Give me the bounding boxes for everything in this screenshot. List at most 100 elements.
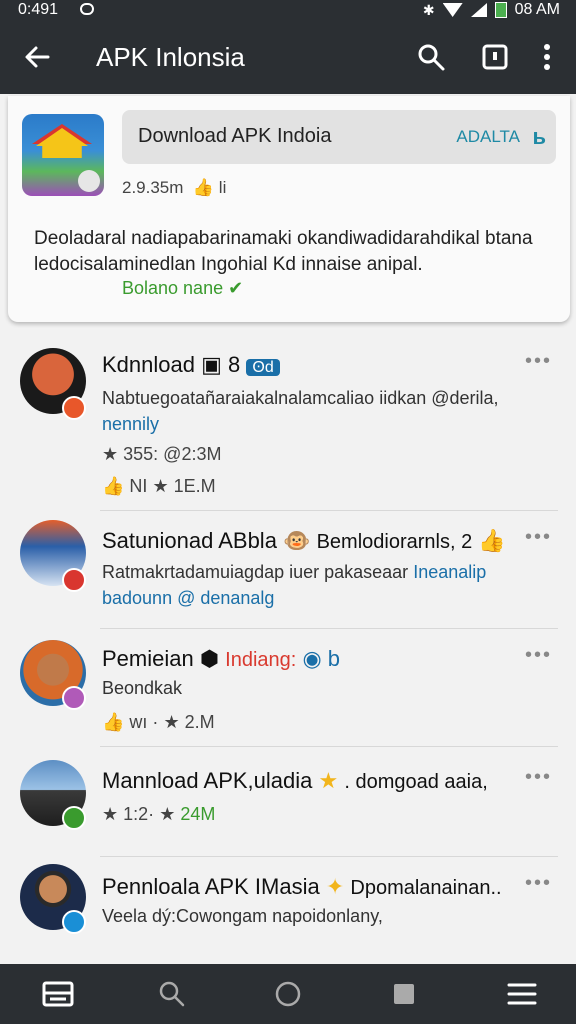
notification-icon <box>80 3 94 15</box>
app-description: Deoladaral nadiapabarinamaki okandiwadid… <box>34 228 533 275</box>
post-title: Pennloala APK IMasia ✦ Dpomalanainan.. <box>102 874 502 900</box>
post-title: Pemieian ⬢ Indiang: ◉ b <box>102 646 340 672</box>
more-horiz-icon[interactable]: ••• <box>525 872 552 895</box>
app-size: 2.9.35m <box>122 178 184 197</box>
battery-icon <box>494 2 507 18</box>
badge-icon <box>78 170 100 192</box>
post-stat-likes: NI <box>129 476 148 496</box>
avatar-badge-icon <box>62 568 86 592</box>
featured-app-card[interactable]: Download APK Indoia ADALTA ь 2.9.35m 👍 l… <box>8 96 570 322</box>
post-link[interactable]: badounn @ denanalg <box>102 586 274 610</box>
post-text: Beondkak <box>102 678 183 698</box>
app-logo <box>22 114 104 196</box>
star-icon: ★ <box>318 768 345 793</box>
menu-icon[interactable] <box>506 979 538 1009</box>
thumb-icon: 👍 <box>102 712 130 732</box>
list-item[interactable]: Satunionad ABbla 🐵 Bemlodiorarnls, 2 👍 •… <box>0 516 576 626</box>
post-name: Pennloala APK IMasia <box>102 874 320 899</box>
post-stat-views: 355: @2:3M <box>123 444 222 464</box>
download-label: Download APK Indoia <box>138 125 332 147</box>
home-feed-icon[interactable] <box>42 979 74 1009</box>
post-stat-rating: 2.M <box>184 712 215 732</box>
post-name: Mannload APK,uladia <box>102 768 313 793</box>
post-stat-likes: wı · <box>129 712 159 732</box>
more-horiz-icon[interactable]: ••• <box>525 766 552 789</box>
bluetooth-icon: ✱ <box>422 1 435 18</box>
thumb-icon: 👍 <box>188 178 215 197</box>
recents-square-icon[interactable] <box>388 979 420 1009</box>
meta-suffix: li <box>218 178 227 197</box>
list-item[interactable]: Mannload APK,uladia ★ . domgoad aaia, ••… <box>0 752 576 856</box>
status-bar: 0:491 ✱ 08 AM <box>0 0 576 22</box>
post-extra: Bemlodiorarnls, 2 <box>316 531 473 553</box>
download-tag: ADALTA <box>456 127 520 146</box>
more-vert-icon[interactable] <box>532 42 562 72</box>
divider <box>100 856 558 857</box>
star-icon: ★ <box>159 804 181 824</box>
post-title: Satunionad ABbla 🐵 Bemlodiorarnls, 2 👍 <box>102 528 506 554</box>
divider <box>100 746 558 747</box>
sparkle-icon: ✦ <box>325 874 351 899</box>
post-name: Satunionad ABbla <box>102 528 277 553</box>
post-text-link[interactable]: Ineanalip <box>413 562 486 582</box>
post-text-main: Ratmakrtadamuiagdap iuer pakaseaar <box>102 562 409 582</box>
bottom-nav <box>0 964 576 1024</box>
post-suffix: b <box>327 646 341 671</box>
post-extra: Dpomalanainan.. <box>350 877 502 899</box>
more-horiz-icon[interactable]: ••• <box>525 350 552 373</box>
post-title: Mannload APK,uladia ★ . domgoad aaia, <box>102 768 488 794</box>
leaf-icon: ✔ <box>228 278 244 298</box>
page-title: APK Inlonsia <box>96 42 245 72</box>
status-time: 0:491 <box>18 1 59 18</box>
star-icon: ★ <box>152 476 174 496</box>
signal-icon <box>470 3 487 17</box>
featured-link-label: Bolano nane <box>122 278 224 298</box>
post-name-suffix: 8 <box>228 352 241 377</box>
post-stat-rating: 1E.M <box>173 476 216 496</box>
divider <box>100 628 558 629</box>
avatar-badge-icon <box>62 686 86 710</box>
star-icon: ★ <box>102 444 124 464</box>
status-icons: ✱ 08 AM <box>423 1 560 19</box>
post-text: Nabtuegoatañaraiakalnalamcaliao iidkan @… <box>102 388 499 408</box>
post-extra: . domgoad aaia, <box>344 771 488 793</box>
featured-link[interactable]: Bolano nane ✔ <box>122 278 243 299</box>
app-meta: 2.9.35m 👍 li <box>122 178 226 198</box>
post-stats: 👍 wı · ★ 2.M <box>102 712 215 733</box>
post-title: Kdnnload ▣ 8 ʘd <box>102 352 280 378</box>
download-button[interactable]: Download APK Indoia ADALTA ь <box>122 110 556 164</box>
thumb-icon: 👍 <box>478 528 506 553</box>
search-icon[interactable] <box>416 42 446 72</box>
list-item[interactable]: Pemieian ⬢ Indiang: ◉ b ••• Beondkak 👍 w… <box>0 634 576 744</box>
back-arrow-icon[interactable] <box>22 42 52 72</box>
list-item[interactable]: Pennloala APK IMasia ✦ Dpomalanainan.. •… <box>0 862 576 958</box>
more-horiz-icon[interactable]: ••• <box>525 644 552 667</box>
list-item[interactable]: Kdnnload ▣ 8 ʘd ••• Nabtuegoatañaraiakal… <box>0 340 576 508</box>
home-circle-icon[interactable] <box>272 979 304 1009</box>
post-name: Pemieian <box>102 646 194 671</box>
more-horiz-icon[interactable]: ••• <box>525 526 552 549</box>
post-stat-rating: 24M <box>180 804 216 824</box>
post-text: Ratmakrtadamuiagdap iuer pakaseaar Inean… <box>102 560 486 584</box>
star-icon: ★ <box>163 712 185 732</box>
post-name: Kdnnload <box>102 352 195 377</box>
download-box-icon[interactable] <box>480 42 510 72</box>
nav-search-icon[interactable] <box>156 979 188 1009</box>
box-icon: ▣ <box>201 352 222 377</box>
star-icon: ★ <box>102 804 124 824</box>
emoji-icon: 🐵 <box>283 528 317 553</box>
post-link[interactable]: nennily <box>102 412 159 436</box>
post-accent: Indiang: <box>225 649 297 671</box>
avatar-badge-icon <box>62 396 86 420</box>
post-chip: ʘd <box>246 359 280 376</box>
tag-icon: ь <box>532 124 546 149</box>
post-stats-2: 👍 NI ★ 1E.M <box>102 476 216 497</box>
messenger-icon: ◉ <box>302 646 322 671</box>
status-clock: 08 AM <box>514 1 560 18</box>
app-bar: APK Inlonsia <box>0 22 576 94</box>
wifi-icon <box>442 3 463 17</box>
post-stats: ★ 1:2· ★ 24M <box>102 804 215 825</box>
thumb-icon: 👍 <box>102 476 130 496</box>
box-icon: ⬢ <box>199 646 226 671</box>
avatar-badge-icon <box>62 910 86 934</box>
